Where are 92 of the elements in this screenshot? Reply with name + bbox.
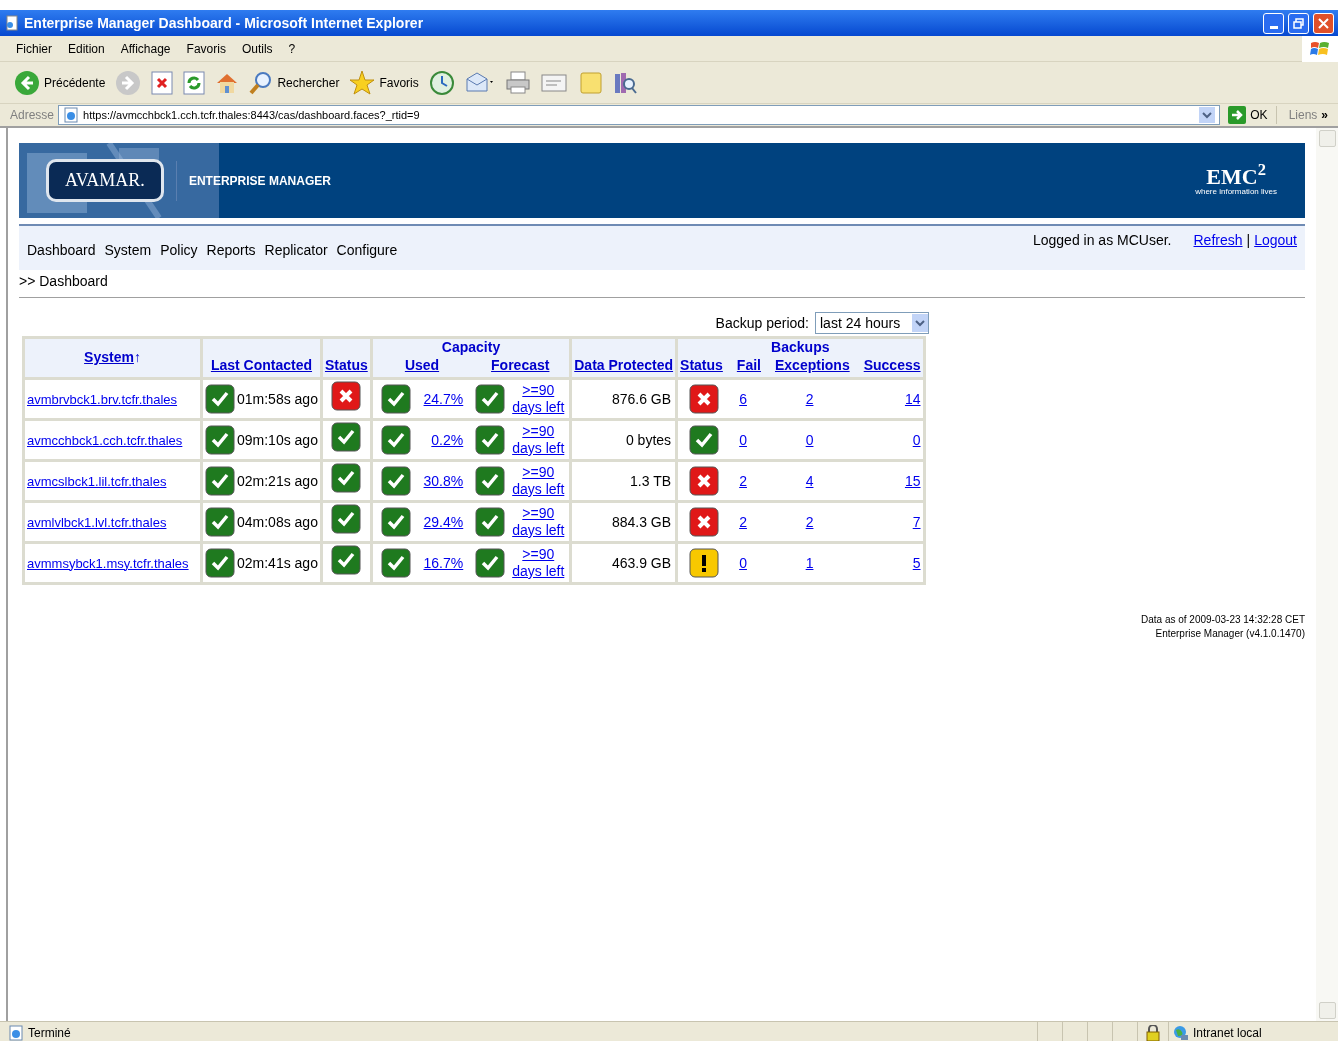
data-protected-text: 876.6 GB bbox=[611, 390, 672, 407]
nav-menu-item[interactable]: Reports bbox=[206, 239, 256, 261]
menu-item[interactable]: Edition bbox=[68, 39, 105, 58]
last-contacted-text: 01m:58s ago bbox=[237, 389, 318, 409]
success-count-link[interactable]: 0 bbox=[912, 431, 921, 448]
success-count-link[interactable]: 14 bbox=[904, 390, 921, 407]
windows-flag-icon bbox=[1310, 39, 1330, 58]
exceptions-count-link[interactable]: 2 bbox=[805, 390, 814, 407]
nav-menu-item[interactable]: System bbox=[104, 239, 152, 261]
used-percent-link[interactable]: 0.2% bbox=[431, 429, 464, 451]
data-timestamp: Data as of 2009-03-23 14:32:28 CET bbox=[1141, 613, 1305, 627]
backup-period-label: Backup period: bbox=[715, 313, 809, 333]
data-protected-text: 0 bytes bbox=[625, 431, 672, 448]
breadcrumb: >> Dashboard bbox=[19, 272, 109, 291]
back-button[interactable]: Précédente bbox=[14, 69, 106, 96]
menu-item[interactable]: Favoris bbox=[186, 39, 226, 58]
success-count-link[interactable]: 15 bbox=[904, 472, 921, 489]
go-button[interactable]: OK bbox=[1224, 106, 1272, 124]
column-header-link[interactable]: System bbox=[84, 349, 134, 365]
sort-arrow[interactable]: ↑ bbox=[133, 349, 141, 365]
success-count-link[interactable]: 7 bbox=[912, 513, 921, 530]
refresh-icon[interactable] bbox=[183, 70, 206, 95]
restore-icon bbox=[1293, 17, 1304, 29]
page-icon bbox=[63, 107, 80, 123]
favorites-button[interactable]: Favoris bbox=[349, 69, 419, 96]
exceptions-count-link[interactable]: 0 bbox=[805, 431, 814, 448]
exceptions-count-link[interactable]: 4 bbox=[805, 472, 814, 489]
page-icon bbox=[8, 1024, 24, 1041]
fail-count-link[interactable]: 0 bbox=[739, 431, 747, 448]
exceptions-count-link[interactable]: 1 bbox=[805, 554, 814, 571]
close-icon bbox=[1318, 17, 1329, 29]
globe-icon bbox=[1173, 1024, 1189, 1041]
minimize-icon bbox=[1269, 25, 1278, 29]
menu-item[interactable]: ? bbox=[288, 39, 296, 58]
mail-icon[interactable] bbox=[464, 70, 495, 95]
more-links-chevron[interactable]: » bbox=[1321, 106, 1328, 124]
column-header-link[interactable]: Exceptions bbox=[775, 355, 850, 376]
avamar-logo: AVAMAR. bbox=[46, 159, 164, 202]
column-header-link[interactable]: Success bbox=[863, 355, 921, 376]
history-icon[interactable] bbox=[428, 69, 455, 96]
column-group-header: Capacity bbox=[441, 339, 501, 355]
fail-count-link[interactable]: 2 bbox=[739, 513, 747, 530]
last-contacted-text: 09m:10s ago bbox=[237, 430, 318, 450]
fail-count-link[interactable]: 2 bbox=[739, 472, 747, 489]
security-zone: Intranet local bbox=[1193, 1024, 1262, 1041]
emc-logo: EMC$^{2}$ bbox=[1206, 165, 1266, 188]
go-arrow-icon bbox=[1228, 106, 1247, 124]
dropdown-icon bbox=[912, 314, 928, 332]
link-separator: | bbox=[1246, 231, 1251, 250]
user-label: Logged in as MCUser. bbox=[1032, 231, 1172, 250]
product-name: ENTERPRISE MANAGER bbox=[188, 172, 331, 190]
exceptions-count-link[interactable]: 2 bbox=[805, 513, 814, 530]
dropdown-icon[interactable] bbox=[1199, 107, 1216, 123]
nav-menu-item[interactable]: Dashboard bbox=[27, 239, 96, 261]
address-label: Adresse bbox=[10, 107, 55, 124]
search-icon bbox=[249, 70, 274, 95]
nav-menu-item[interactable]: Replicator bbox=[264, 239, 328, 261]
fail-count-link[interactable]: 0 bbox=[739, 554, 747, 571]
nav-menu-item[interactable]: Configure bbox=[336, 239, 398, 261]
header-link[interactable]: Refresh bbox=[1193, 230, 1243, 251]
success-count-link[interactable]: 5 bbox=[912, 554, 921, 571]
menu-item[interactable]: Affichage bbox=[120, 39, 171, 58]
close-button[interactable] bbox=[1313, 12, 1334, 34]
star-icon bbox=[349, 69, 376, 96]
restore-button[interactable] bbox=[1288, 12, 1309, 34]
status-text: Terminé bbox=[28, 1024, 71, 1041]
menu-item[interactable]: Outils bbox=[241, 39, 273, 58]
printer-icon[interactable] bbox=[504, 70, 531, 95]
fail-count-link[interactable]: 6 bbox=[739, 390, 747, 407]
minimize-button[interactable] bbox=[1263, 12, 1284, 34]
data-protected-text: 1.3 TB bbox=[630, 472, 672, 489]
column-group-header: Backups bbox=[770, 339, 831, 355]
lock-icon bbox=[1146, 1024, 1160, 1041]
last-contacted-text: 04m:08s ago bbox=[237, 512, 318, 532]
data-protected-text: 463.9 GB bbox=[611, 554, 672, 571]
column-header-link[interactable]: Status bbox=[680, 355, 723, 376]
version-label: Enterprise Manager (v4.1.0.1470) bbox=[1155, 627, 1305, 641]
search-button[interactable]: Rechercher bbox=[249, 70, 340, 95]
address-field[interactable]: https://avmcchbck1.cch.tcfr.thales:8443/cas/dashboard.faces?_rtid=9 bbox=[58, 105, 1221, 125]
nav-menu-item[interactable]: Policy bbox=[160, 239, 198, 261]
last-contacted-text: 02m:21s ago bbox=[237, 471, 318, 491]
window-title: Enterprise Manager Dashboard - Microsoft Internet Explorer bbox=[24, 13, 425, 33]
stop-icon[interactable] bbox=[151, 70, 174, 95]
column-header-link[interactable]: Fail bbox=[736, 355, 761, 376]
last-contacted-text: 02m:41s ago bbox=[237, 553, 318, 573]
menu-item[interactable]: Fichier bbox=[16, 39, 52, 58]
tagline: where information lives bbox=[1195, 187, 1277, 196]
document-icon bbox=[4, 15, 20, 31]
books-icon[interactable] bbox=[612, 70, 637, 95]
data-protected-text: 884.3 GB bbox=[611, 513, 672, 530]
header-link[interactable]: Logout bbox=[1254, 230, 1297, 251]
backup-period-select[interactable]: last 24 hours bbox=[815, 312, 929, 334]
